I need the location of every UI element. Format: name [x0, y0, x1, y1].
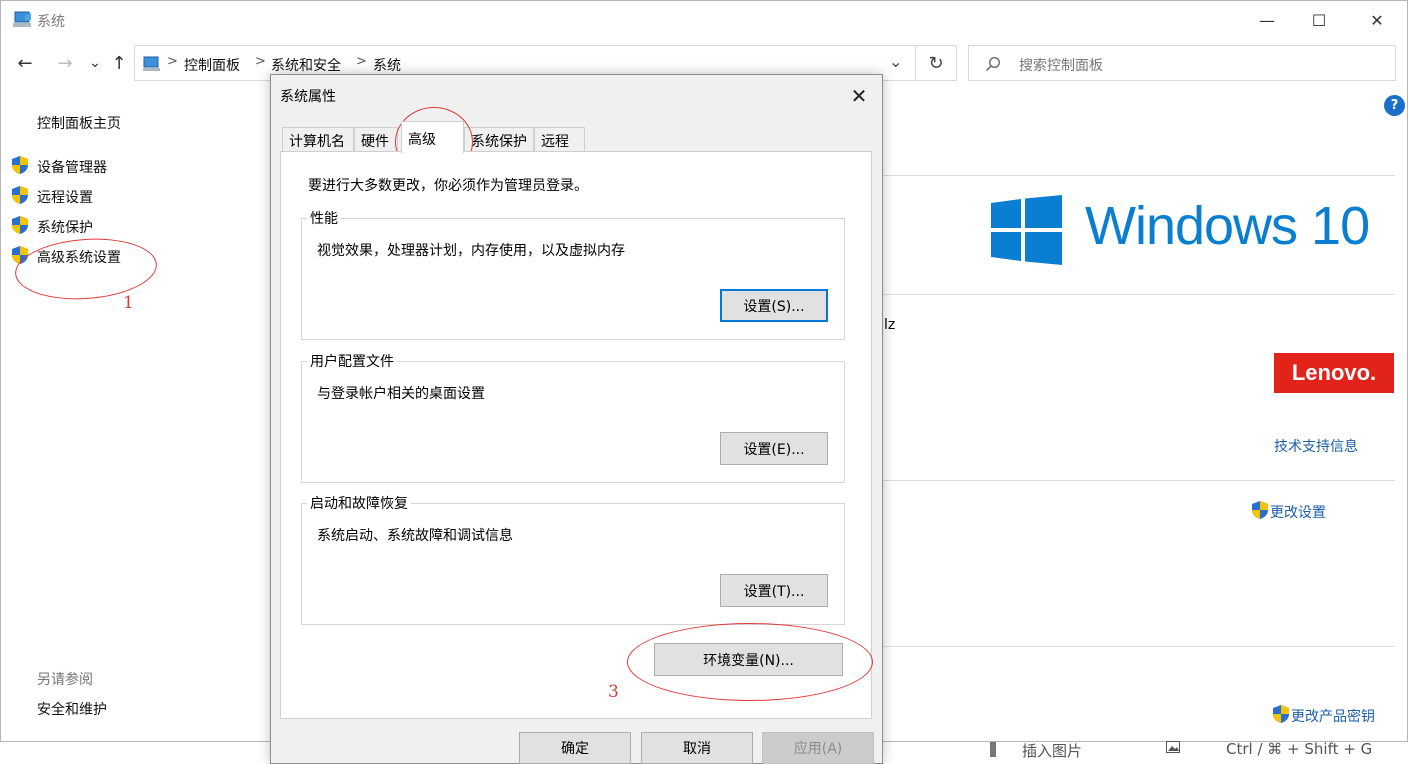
- advanced-tab-panel: 要进行大多数更改，你必须作为管理员登录。 性能 视觉效果，处理器计划，内存使用，…: [280, 151, 873, 719]
- startup-recovery-group: 启动和故障恢复 系统启动、系统故障和调试信息 设置(T)...: [301, 493, 845, 625]
- startup-recovery-settings-button[interactable]: 设置(T)...: [720, 574, 828, 607]
- lenovo-logo: Lenovo.: [1274, 353, 1394, 393]
- sidebar-item-device-manager[interactable]: 设备管理器: [37, 157, 107, 177]
- user-profiles-group: 用户配置文件 与登录帐户相关的桌面设置 设置(E)...: [301, 351, 845, 483]
- close-window-button[interactable]: ✕: [1351, 1, 1403, 39]
- uac-shield-icon: [1252, 501, 1268, 519]
- tab-hardware[interactable]: 硬件: [354, 127, 398, 152]
- title-bar: 系统 — ☐ ✕: [1, 1, 1407, 39]
- system-computer-icon: [13, 11, 31, 27]
- startup-recovery-group-label: 启动和故障恢复: [307, 493, 411, 513]
- change-product-key-link[interactable]: 更改产品密钥: [1291, 706, 1375, 726]
- apply-button[interactable]: 应用(A): [762, 732, 874, 764]
- uac-shield-icon: [1273, 705, 1289, 723]
- search-placeholder: 搜索控制面板: [1019, 58, 1103, 74]
- search-icon: [985, 57, 1000, 72]
- breadcrumb-separator: >: [255, 54, 266, 69]
- security-maintenance-link[interactable]: 安全和维护: [37, 699, 107, 719]
- section-divider: [881, 480, 1395, 481]
- insert-image-label[interactable]: 插入图片: [1022, 740, 1082, 761]
- breadcrumb-separator: >: [356, 54, 367, 69]
- image-icon: [1166, 741, 1180, 753]
- section-divider: [881, 175, 1395, 176]
- tab-computer-name[interactable]: 计算机名: [282, 127, 354, 152]
- breadcrumb-system[interactable]: 系统: [373, 55, 401, 75]
- admin-note: 要进行大多数更改，你必须作为管理员登录。: [308, 178, 588, 194]
- section-divider: [881, 294, 1395, 295]
- section-divider: [881, 646, 1395, 647]
- breadcrumb-control-panel[interactable]: 控制面板: [184, 55, 240, 75]
- tab-system-protection[interactable]: 系统保护: [464, 127, 534, 152]
- back-arrow-icon[interactable]: ←: [13, 51, 37, 75]
- change-settings-link[interactable]: 更改设置: [1270, 502, 1326, 522]
- breadcrumb-system-security[interactable]: 系统和安全: [271, 55, 341, 75]
- annotation-circle-1: [13, 234, 159, 304]
- see-also-heading: 另请参阅: [37, 672, 93, 688]
- performance-settings-button[interactable]: 设置(S)...: [720, 289, 828, 322]
- address-dropdown-chevron-icon[interactable]: ⌄: [889, 52, 902, 71]
- cancel-button[interactable]: 取消: [641, 732, 753, 764]
- dialog-title: 系统属性: [280, 89, 336, 105]
- annotation-number-3: 3: [608, 682, 619, 702]
- windows-logo-icon: [991, 195, 1062, 265]
- support-info-link[interactable]: 技术支持信息: [1274, 436, 1358, 456]
- dialog-close-button[interactable]: ✕: [844, 83, 874, 109]
- performance-group: 性能 视觉效果，处理器计划，内存使用，以及虚拟内存 设置(S)...: [301, 208, 845, 340]
- left-navigation-pane: 控制面板主页 设备管理器 远程设置 系统保护 高级系统设置 1 另请参阅 安全和…: [1, 89, 271, 741]
- editor-toolbar-marker: [990, 742, 996, 757]
- uac-shield-icon: [12, 156, 28, 174]
- uac-shield-icon: [12, 186, 28, 204]
- search-box[interactable]: 搜索控制面板: [968, 45, 1396, 81]
- breadcrumb-separator: >: [167, 54, 178, 69]
- maximize-button[interactable]: ☐: [1293, 1, 1345, 39]
- partial-text: lz: [884, 317, 896, 333]
- sidebar-item-system-protection[interactable]: 系统保护: [37, 217, 93, 237]
- tab-remote[interactable]: 远程: [534, 127, 585, 152]
- windows-10-brand: Windows 10: [1085, 196, 1370, 256]
- user-profiles-description: 与登录帐户相关的桌面设置: [317, 386, 485, 402]
- startup-recovery-description: 系统启动、系统故障和调试信息: [317, 528, 513, 544]
- control-panel-home-link[interactable]: 控制面板主页: [37, 113, 121, 133]
- refresh-icon[interactable]: ↻: [915, 45, 957, 81]
- annotation-circle-3: [627, 623, 873, 701]
- system-properties-dialog: 系统属性 ✕ 计算机名 硬件 高级 系统保护 远程 2 要进行大多数更改，你必须…: [270, 74, 883, 764]
- minimize-button[interactable]: —: [1241, 1, 1293, 39]
- performance-group-label: 性能: [307, 208, 341, 228]
- ok-button[interactable]: 确定: [519, 732, 631, 764]
- window-title: 系统: [37, 14, 65, 30]
- sidebar-item-remote-settings[interactable]: 远程设置: [37, 187, 93, 207]
- user-profiles-settings-button[interactable]: 设置(E)...: [720, 432, 828, 465]
- recent-locations-chevron-icon[interactable]: ⌄: [83, 51, 107, 75]
- shortcut-hint: Ctrl / ⌘ + Shift + G: [1226, 740, 1373, 758]
- tab-advanced[interactable]: 高级: [401, 121, 464, 153]
- uac-shield-icon: [12, 216, 28, 234]
- user-profiles-group-label: 用户配置文件: [307, 351, 397, 371]
- performance-description: 视觉效果，处理器计划，内存使用，以及虚拟内存: [317, 243, 625, 259]
- forward-arrow-icon[interactable]: →: [53, 51, 77, 75]
- control-panel-icon: [143, 56, 160, 71]
- up-arrow-icon[interactable]: ↑: [107, 51, 131, 75]
- annotation-number-1: 1: [123, 293, 134, 313]
- help-icon[interactable]: ?: [1384, 95, 1405, 116]
